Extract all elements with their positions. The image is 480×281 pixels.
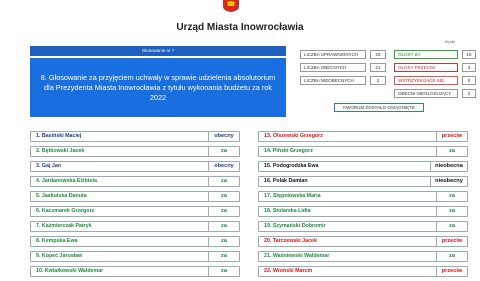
councillor-name: 7. Kaźmierczak Patryk xyxy=(36,223,92,229)
councillor-row: 7. Kaźmierczak Patryk za xyxy=(30,221,240,232)
councillor-row: 3. Gaj Jan obecny xyxy=(30,161,240,172)
councillor-name: 22. Wroński Marcin xyxy=(264,268,313,274)
stat-absent-label: LICZBA NIEOBECNYCH xyxy=(300,76,366,85)
quorum-status: KWORUM ZOSTAŁO OSIĄGNIĘTE xyxy=(334,103,424,112)
stat-not-voting-value: 2 xyxy=(462,89,476,98)
councillor-name: 14. Piński Grzegorz xyxy=(264,148,313,154)
page-title: Urząd Miasta Inowrocławia xyxy=(176,22,304,33)
left-councillor-list: 1. Basiński Maciej obecny 2. Bętkowski Jac… xyxy=(30,131,240,281)
vote-status: przeciw xyxy=(436,237,467,246)
stat-not-voting-label: OBECNI NIEGŁOSUJĄCY xyxy=(394,89,458,98)
vote-status: za xyxy=(208,192,239,201)
stat-for-value: 16 xyxy=(462,50,476,59)
vote-status: za xyxy=(208,147,239,156)
councillor-name: 4. Jardanowska Elżbieta xyxy=(36,178,97,184)
stat-eligible-value: 23 xyxy=(370,50,386,59)
councillor-row: 18. Stolarska Lidia za xyxy=(258,206,468,217)
councillor-row: 17. Stępniowska Maria za xyxy=(258,191,468,202)
councillor-row: 14. Piński Grzegorz za xyxy=(258,146,468,157)
stat-against-label: GŁOSY PRZECIW xyxy=(394,63,458,72)
stat-eligible-label: LICZBA UPRAWNIONYCH xyxy=(300,50,366,59)
councillor-row: 5. Jaskulska Danuta za xyxy=(30,191,240,202)
stat-absent-value: 2 xyxy=(370,76,386,85)
councillor-name: 2. Bętkowski Jacek xyxy=(36,148,85,154)
vote-status: nieobecny xyxy=(430,177,467,186)
councillor-name: 18. Stolarska Lidia xyxy=(264,208,311,214)
councillor-row: 22. Wroński Marcin przeciw xyxy=(258,266,468,277)
city-crest-icon xyxy=(223,0,239,12)
councillor-row: 1. Basiński Maciej obecny xyxy=(30,131,240,142)
stat-abstain-label: WSTRZYMUJĄCE SIĘ xyxy=(394,76,458,85)
councillor-row: 10. Kwiatkowski Waldemar za xyxy=(30,266,240,277)
vote-status: przeciw xyxy=(436,132,467,141)
councillor-row: 15. Podogrodzka Ewa nieobecna xyxy=(258,161,468,172)
vote-status: nieobecna xyxy=(430,162,467,171)
councillor-row: 6. Kaczmarek Grzegorz za xyxy=(30,206,240,217)
councillor-name: 13. Olszewski Grzegorz xyxy=(264,133,323,139)
stat-present-value: 21 xyxy=(370,63,386,72)
right-councillor-list: 13. Olszewski Grzegorz przeciw 14. Piński … xyxy=(258,131,468,281)
councillor-name: 10. Kwiatkowski Waldemar xyxy=(36,268,104,274)
councillor-row: 16. Polak Damian nieobecny xyxy=(258,176,468,187)
councillor-name: 19. Szymański Dobromir xyxy=(264,223,326,229)
vote-status: za xyxy=(208,222,239,231)
vote-status: obecny xyxy=(208,132,239,141)
stat-against-value: 3 xyxy=(462,63,476,72)
councillor-name: 17. Stępniowska Maria xyxy=(264,193,321,199)
stats-header: Wyniki xyxy=(444,40,455,44)
vote-status: za xyxy=(208,207,239,216)
councillor-name: 6. Kaczmarek Grzegorz xyxy=(36,208,95,214)
councillor-name: 1. Basiński Maciej xyxy=(36,133,82,139)
councillor-row: 8. Kempska Ewa za xyxy=(30,236,240,247)
vote-status: za xyxy=(208,177,239,186)
councillor-row: 2. Bętkowski Jacek za xyxy=(30,146,240,157)
councillor-name: 15. Podogrodzka Ewa xyxy=(264,163,319,169)
councillor-row: 4. Jardanowska Elżbieta za xyxy=(30,176,240,187)
councillor-name: 8. Kempska Ewa xyxy=(36,238,78,244)
councillor-row: 19. Szymański Dobromir za xyxy=(258,221,468,232)
councillor-name: 21. Waśniewski Waldemar xyxy=(264,253,330,259)
vote-status: za xyxy=(208,237,239,246)
councillor-name: 20. Tarczewski Jacek xyxy=(264,238,317,244)
councillor-name: 3. Gaj Jan xyxy=(36,163,62,169)
councillor-name: 5. Jaskulska Danuta xyxy=(36,193,87,199)
vote-status: obecny xyxy=(208,162,239,171)
stat-present-label: LICZBA OBECNYCH xyxy=(300,63,366,72)
councillor-row: 20. Tarczewski Jacek przeciw xyxy=(258,236,468,247)
councillor-row: 21. Waśniewski Waldemar za xyxy=(258,251,468,262)
vote-status: za xyxy=(208,267,239,276)
vote-status: za xyxy=(436,207,467,216)
vote-status: za xyxy=(208,252,239,261)
vote-status: za xyxy=(436,252,467,261)
vote-status: za xyxy=(436,192,467,201)
vote-number-bar: Głosowanie nr 7 xyxy=(30,46,286,56)
vote-status: za xyxy=(436,147,467,156)
vote-status: za xyxy=(436,222,467,231)
vote-description: 8. Głosowanie za przyjęciem uchwały w sp… xyxy=(30,58,286,117)
stat-abstain-value: 0 xyxy=(462,76,476,85)
vote-status: przeciw xyxy=(436,267,467,276)
councillor-row: 9. Kopeć Jarosław za xyxy=(30,251,240,262)
councillor-row: 13. Olszewski Grzegorz przeciw xyxy=(258,131,468,142)
councillor-name: 9. Kopeć Jarosław xyxy=(36,253,83,259)
stat-for-label: GŁOSY ZA xyxy=(394,50,458,59)
councillor-name: 16. Polak Damian xyxy=(264,178,308,184)
